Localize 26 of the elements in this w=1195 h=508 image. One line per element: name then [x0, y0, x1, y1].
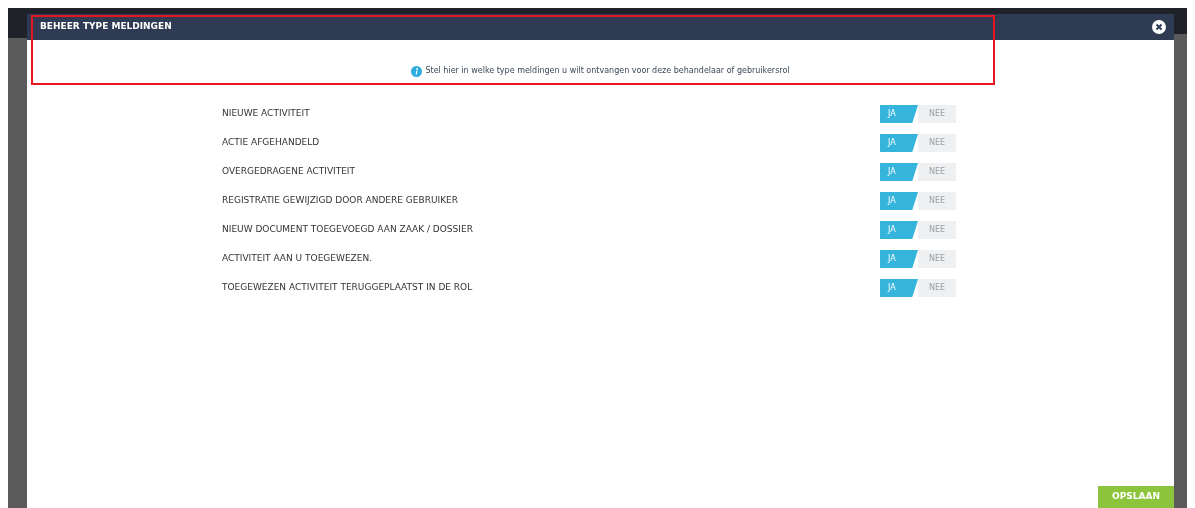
setting-label: REGISTRATIE GEWIJZIGD DOOR ANDERE GEBRUIKER [222, 194, 458, 208]
info-icon [411, 65, 423, 77]
toggle-option[interactable]: NEE [918, 250, 956, 268]
toggle-option[interactable]: NEE [918, 105, 956, 123]
toggle-option[interactable]: JA [880, 250, 918, 268]
toggle-option[interactable]: JA [880, 163, 918, 181]
toggle-option[interactable]: NEE [918, 163, 956, 181]
toggle-option[interactable]: NEE [918, 279, 956, 297]
toggle-option[interactable]: NEE [918, 221, 956, 239]
setting-label: TOEGEWEZEN ACTIVITEIT TERUGGEPLAATST IN DE ROL [222, 281, 473, 295]
toggle-option[interactable]: JA [880, 279, 918, 297]
setting-label: ACTIE AFGEHANDELD [222, 136, 320, 150]
toggle-option[interactable]: JA [880, 105, 918, 123]
dialog-title: BEHEER TYPE MELDINGEN [40, 20, 172, 34]
toggle-option[interactable]: NEE [918, 134, 956, 152]
toggle-option[interactable]: JA [880, 221, 918, 239]
save-button[interactable]: OPSLAAN [1098, 486, 1174, 508]
setting-label: OVERGEDRAGENE ACTIVITEIT [222, 165, 356, 179]
setting-label: NIEUW DOCUMENT TOEGEVOEGD AAN ZAAK / DOSSIER [222, 223, 473, 237]
close-icon[interactable] [1152, 20, 1166, 34]
info-text: Stel hier in welke type meldingen u wilt ontvangen voor deze behandelaar of gebruikersrol [425, 65, 790, 77]
toggle-option[interactable]: NEE [918, 192, 956, 210]
setting-label: NIEUWE ACTIVITEIT [222, 107, 310, 121]
setting-label: ACTIVITEIT AAN U TOEGEWEZEN. [222, 252, 372, 266]
toggle-option[interactable]: JA [880, 192, 918, 210]
toggle-option[interactable]: JA [880, 134, 918, 152]
